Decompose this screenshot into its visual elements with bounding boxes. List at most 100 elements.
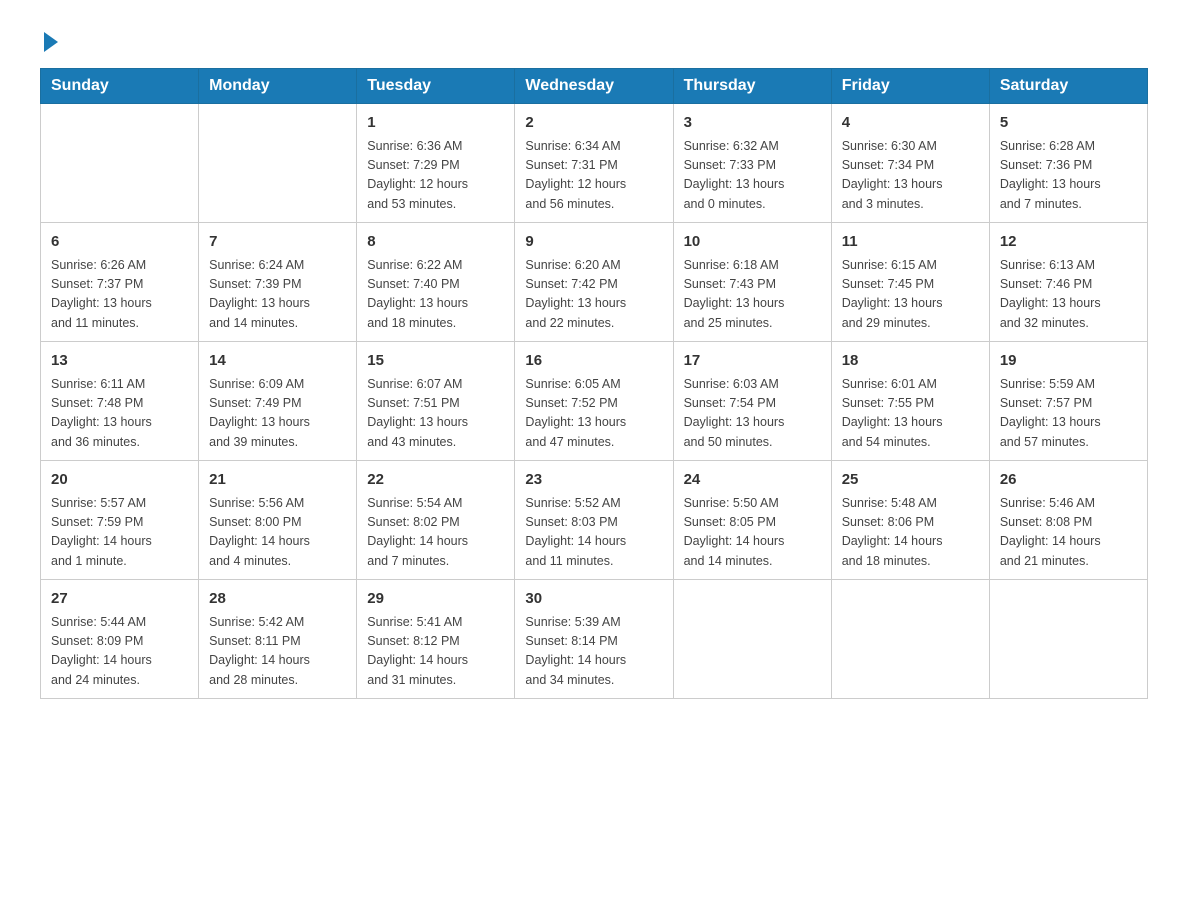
calendar-header-sunday: Sunday — [41, 69, 199, 104]
day-number: 4 — [842, 112, 979, 135]
day-info: Sunrise: 6:03 AM Sunset: 7:54 PM Dayligh… — [684, 375, 821, 453]
logo — [40, 30, 58, 48]
calendar-header-monday: Monday — [199, 69, 357, 104]
calendar-week-row-0: 1Sunrise: 6:36 AM Sunset: 7:29 PM Daylig… — [41, 104, 1148, 223]
day-info: Sunrise: 5:42 AM Sunset: 8:11 PM Dayligh… — [209, 613, 346, 691]
day-info: Sunrise: 5:48 AM Sunset: 8:06 PM Dayligh… — [842, 494, 979, 572]
calendar-cell-w0-d1 — [199, 104, 357, 223]
day-info: Sunrise: 5:57 AM Sunset: 7:59 PM Dayligh… — [51, 494, 188, 572]
calendar-cell-w1-d6: 12Sunrise: 6:13 AM Sunset: 7:46 PM Dayli… — [989, 223, 1147, 342]
day-number: 17 — [684, 350, 821, 373]
day-info: Sunrise: 6:26 AM Sunset: 7:37 PM Dayligh… — [51, 256, 188, 334]
day-info: Sunrise: 6:18 AM Sunset: 7:43 PM Dayligh… — [684, 256, 821, 334]
day-number: 19 — [1000, 350, 1137, 373]
calendar-cell-w2-d5: 18Sunrise: 6:01 AM Sunset: 7:55 PM Dayli… — [831, 342, 989, 461]
calendar-cell-w2-d3: 16Sunrise: 6:05 AM Sunset: 7:52 PM Dayli… — [515, 342, 673, 461]
calendar-cell-w0-d2: 1Sunrise: 6:36 AM Sunset: 7:29 PM Daylig… — [357, 104, 515, 223]
day-info: Sunrise: 6:13 AM Sunset: 7:46 PM Dayligh… — [1000, 256, 1137, 334]
calendar-cell-w0-d0 — [41, 104, 199, 223]
day-number: 18 — [842, 350, 979, 373]
day-info: Sunrise: 6:30 AM Sunset: 7:34 PM Dayligh… — [842, 137, 979, 215]
day-info: Sunrise: 6:07 AM Sunset: 7:51 PM Dayligh… — [367, 375, 504, 453]
day-info: Sunrise: 6:22 AM Sunset: 7:40 PM Dayligh… — [367, 256, 504, 334]
calendar-header-wednesday: Wednesday — [515, 69, 673, 104]
day-info: Sunrise: 6:01 AM Sunset: 7:55 PM Dayligh… — [842, 375, 979, 453]
calendar-header-friday: Friday — [831, 69, 989, 104]
calendar-header-thursday: Thursday — [673, 69, 831, 104]
day-info: Sunrise: 5:52 AM Sunset: 8:03 PM Dayligh… — [525, 494, 662, 572]
day-number: 28 — [209, 588, 346, 611]
day-info: Sunrise: 5:44 AM Sunset: 8:09 PM Dayligh… — [51, 613, 188, 691]
calendar-cell-w2-d2: 15Sunrise: 6:07 AM Sunset: 7:51 PM Dayli… — [357, 342, 515, 461]
day-info: Sunrise: 6:34 AM Sunset: 7:31 PM Dayligh… — [525, 137, 662, 215]
calendar-table: SundayMondayTuesdayWednesdayThursdayFrid… — [40, 68, 1148, 699]
day-number: 14 — [209, 350, 346, 373]
calendar-cell-w3-d6: 26Sunrise: 5:46 AM Sunset: 8:08 PM Dayli… — [989, 461, 1147, 580]
day-info: Sunrise: 6:36 AM Sunset: 7:29 PM Dayligh… — [367, 137, 504, 215]
day-number: 30 — [525, 588, 662, 611]
day-number: 23 — [525, 469, 662, 492]
calendar-cell-w2-d4: 17Sunrise: 6:03 AM Sunset: 7:54 PM Dayli… — [673, 342, 831, 461]
day-number: 6 — [51, 231, 188, 254]
day-number: 10 — [684, 231, 821, 254]
day-info: Sunrise: 5:41 AM Sunset: 8:12 PM Dayligh… — [367, 613, 504, 691]
day-number: 5 — [1000, 112, 1137, 135]
day-number: 20 — [51, 469, 188, 492]
day-number: 24 — [684, 469, 821, 492]
calendar-cell-w2-d1: 14Sunrise: 6:09 AM Sunset: 7:49 PM Dayli… — [199, 342, 357, 461]
calendar-week-row-4: 27Sunrise: 5:44 AM Sunset: 8:09 PM Dayli… — [41, 580, 1148, 699]
calendar-cell-w2-d0: 13Sunrise: 6:11 AM Sunset: 7:48 PM Dayli… — [41, 342, 199, 461]
calendar-cell-w4-d4 — [673, 580, 831, 699]
day-number: 13 — [51, 350, 188, 373]
calendar-cell-w3-d1: 21Sunrise: 5:56 AM Sunset: 8:00 PM Dayli… — [199, 461, 357, 580]
calendar-cell-w0-d6: 5Sunrise: 6:28 AM Sunset: 7:36 PM Daylig… — [989, 104, 1147, 223]
day-info: Sunrise: 6:15 AM Sunset: 7:45 PM Dayligh… — [842, 256, 979, 334]
calendar-week-row-3: 20Sunrise: 5:57 AM Sunset: 7:59 PM Dayli… — [41, 461, 1148, 580]
day-info: Sunrise: 5:56 AM Sunset: 8:00 PM Dayligh… — [209, 494, 346, 572]
day-info: Sunrise: 6:05 AM Sunset: 7:52 PM Dayligh… — [525, 375, 662, 453]
calendar-header-row: SundayMondayTuesdayWednesdayThursdayFrid… — [41, 69, 1148, 104]
day-number: 15 — [367, 350, 504, 373]
day-info: Sunrise: 5:54 AM Sunset: 8:02 PM Dayligh… — [367, 494, 504, 572]
day-number: 16 — [525, 350, 662, 373]
calendar-cell-w3-d3: 23Sunrise: 5:52 AM Sunset: 8:03 PM Dayli… — [515, 461, 673, 580]
calendar-cell-w1-d0: 6Sunrise: 6:26 AM Sunset: 7:37 PM Daylig… — [41, 223, 199, 342]
day-number: 9 — [525, 231, 662, 254]
calendar-cell-w4-d2: 29Sunrise: 5:41 AM Sunset: 8:12 PM Dayli… — [357, 580, 515, 699]
day-info: Sunrise: 5:50 AM Sunset: 8:05 PM Dayligh… — [684, 494, 821, 572]
day-info: Sunrise: 6:11 AM Sunset: 7:48 PM Dayligh… — [51, 375, 188, 453]
day-info: Sunrise: 6:09 AM Sunset: 7:49 PM Dayligh… — [209, 375, 346, 453]
day-info: Sunrise: 5:59 AM Sunset: 7:57 PM Dayligh… — [1000, 375, 1137, 453]
page-header — [40, 30, 1148, 48]
calendar-cell-w0-d4: 3Sunrise: 6:32 AM Sunset: 7:33 PM Daylig… — [673, 104, 831, 223]
calendar-cell-w1-d3: 9Sunrise: 6:20 AM Sunset: 7:42 PM Daylig… — [515, 223, 673, 342]
day-number: 29 — [367, 588, 504, 611]
calendar-cell-w3-d4: 24Sunrise: 5:50 AM Sunset: 8:05 PM Dayli… — [673, 461, 831, 580]
calendar-cell-w1-d4: 10Sunrise: 6:18 AM Sunset: 7:43 PM Dayli… — [673, 223, 831, 342]
day-info: Sunrise: 6:28 AM Sunset: 7:36 PM Dayligh… — [1000, 137, 1137, 215]
calendar-cell-w4-d5 — [831, 580, 989, 699]
day-number: 27 — [51, 588, 188, 611]
day-number: 12 — [1000, 231, 1137, 254]
day-number: 2 — [525, 112, 662, 135]
calendar-week-row-2: 13Sunrise: 6:11 AM Sunset: 7:48 PM Dayli… — [41, 342, 1148, 461]
day-number: 11 — [842, 231, 979, 254]
day-info: Sunrise: 6:32 AM Sunset: 7:33 PM Dayligh… — [684, 137, 821, 215]
calendar-header-saturday: Saturday — [989, 69, 1147, 104]
calendar-cell-w3-d0: 20Sunrise: 5:57 AM Sunset: 7:59 PM Dayli… — [41, 461, 199, 580]
calendar-cell-w1-d5: 11Sunrise: 6:15 AM Sunset: 7:45 PM Dayli… — [831, 223, 989, 342]
day-info: Sunrise: 5:39 AM Sunset: 8:14 PM Dayligh… — [525, 613, 662, 691]
calendar-cell-w0-d3: 2Sunrise: 6:34 AM Sunset: 7:31 PM Daylig… — [515, 104, 673, 223]
day-number: 21 — [209, 469, 346, 492]
calendar-week-row-1: 6Sunrise: 6:26 AM Sunset: 7:37 PM Daylig… — [41, 223, 1148, 342]
day-info: Sunrise: 6:20 AM Sunset: 7:42 PM Dayligh… — [525, 256, 662, 334]
calendar-cell-w3-d5: 25Sunrise: 5:48 AM Sunset: 8:06 PM Dayli… — [831, 461, 989, 580]
calendar-cell-w4-d3: 30Sunrise: 5:39 AM Sunset: 8:14 PM Dayli… — [515, 580, 673, 699]
day-info: Sunrise: 5:46 AM Sunset: 8:08 PM Dayligh… — [1000, 494, 1137, 572]
calendar-cell-w0-d5: 4Sunrise: 6:30 AM Sunset: 7:34 PM Daylig… — [831, 104, 989, 223]
calendar-cell-w4-d0: 27Sunrise: 5:44 AM Sunset: 8:09 PM Dayli… — [41, 580, 199, 699]
day-info: Sunrise: 6:24 AM Sunset: 7:39 PM Dayligh… — [209, 256, 346, 334]
day-number: 25 — [842, 469, 979, 492]
day-number: 3 — [684, 112, 821, 135]
day-number: 26 — [1000, 469, 1137, 492]
